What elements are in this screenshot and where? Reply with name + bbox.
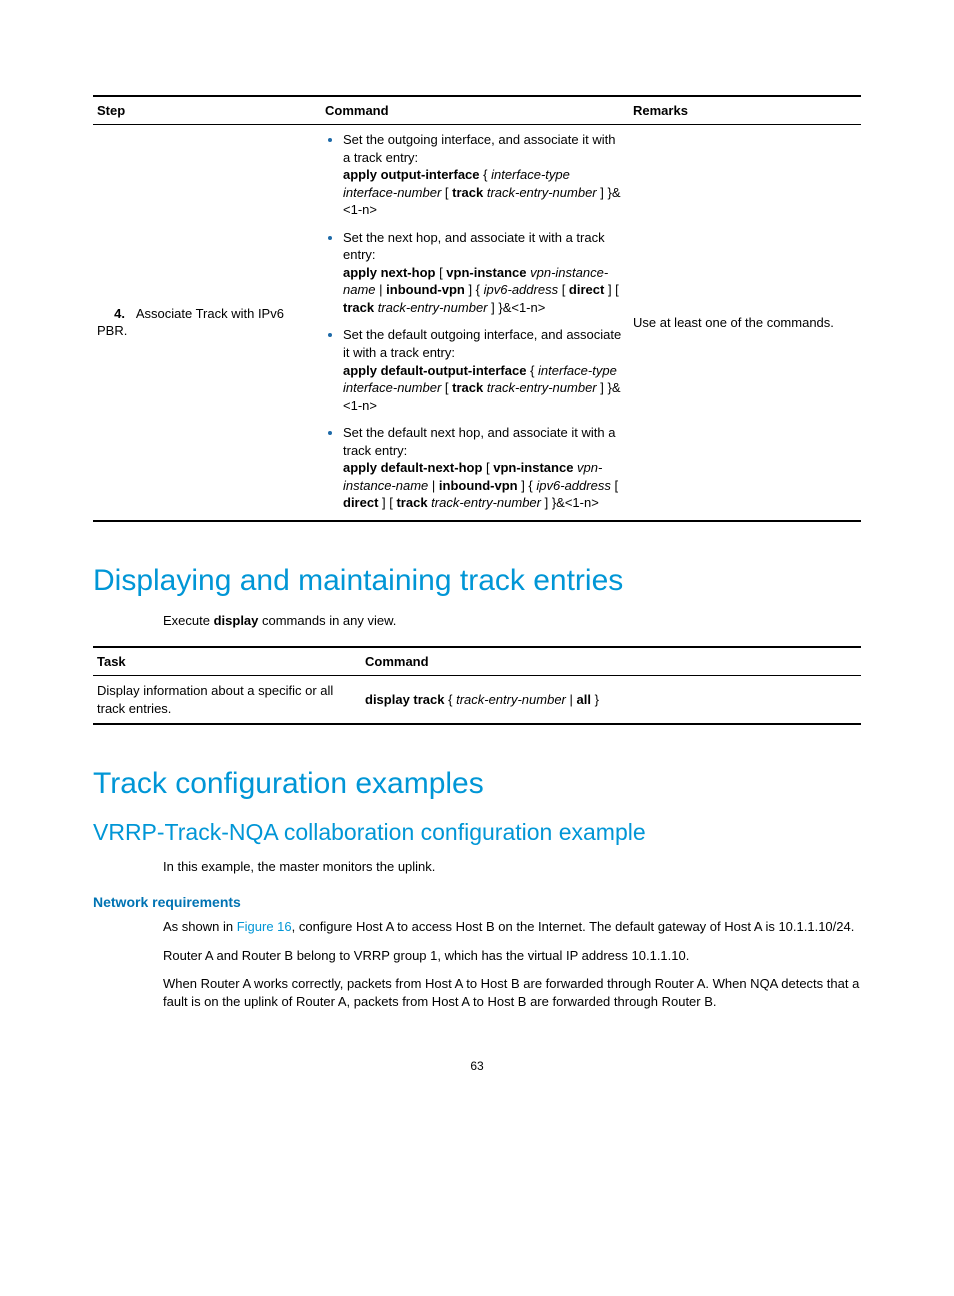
- kw: apply default-output-interface: [343, 363, 526, 378]
- kw: all: [577, 692, 591, 707]
- command-table-2: Task Command Display information about a…: [93, 646, 861, 725]
- heading-config-examples: Track configuration examples: [93, 767, 861, 801]
- cmd-desc: Set the default outgoing interface, and …: [343, 327, 621, 360]
- kw: inbound-vpn: [439, 478, 518, 493]
- cell-command: Set the outgoing interface, and associat…: [321, 125, 629, 521]
- punct: ] }&<1-n>: [541, 495, 599, 510]
- command-table-1: Step Command Remarks 4. Associate Track …: [93, 95, 861, 522]
- th-remarks: Remarks: [629, 96, 861, 125]
- punct: |: [376, 282, 387, 297]
- heading-vrrp-example: VRRP-Track-NQA collaboration configurati…: [93, 819, 861, 846]
- heading-display-maintain: Displaying and maintaining track entries: [93, 564, 861, 598]
- kw: track: [343, 300, 374, 315]
- arg: track-entry-number: [487, 380, 597, 395]
- kw: direct: [343, 495, 378, 510]
- punct: ] }&<1-n>: [488, 300, 546, 315]
- arg: ipv6-address: [536, 478, 610, 493]
- kw: apply next-hop: [343, 265, 435, 280]
- punct: [: [482, 460, 493, 475]
- arg: track-entry-number: [431, 495, 541, 510]
- kw: track: [396, 495, 427, 510]
- kw: inbound-vpn: [386, 282, 465, 297]
- punct: {: [480, 167, 492, 182]
- punct: {: [445, 692, 457, 707]
- punct: [: [441, 380, 452, 395]
- table-row: 4. Associate Track with IPv6 PBR. Set th…: [93, 125, 861, 521]
- punct: [: [558, 282, 569, 297]
- punct: }: [591, 692, 599, 707]
- arg: ipv6-address: [484, 282, 558, 297]
- figure-link[interactable]: Figure 16: [237, 919, 292, 934]
- th-command: Command: [361, 647, 861, 676]
- kw: display: [214, 613, 259, 628]
- step-number: 4.: [97, 305, 125, 323]
- exec-line: Execute display commands in any view.: [163, 612, 861, 630]
- punct: {: [526, 363, 538, 378]
- th-task: Task: [93, 647, 361, 676]
- text: commands in any view.: [258, 613, 396, 628]
- paragraph: When Router A works correctly, packets f…: [163, 975, 861, 1011]
- step-text: Associate Track with IPv6 PBR.: [97, 306, 284, 339]
- list-item: Set the default outgoing interface, and …: [343, 326, 625, 414]
- punct: ] {: [465, 282, 484, 297]
- text: Execute: [163, 613, 214, 628]
- punct: [: [435, 265, 446, 280]
- punct: ] [: [378, 495, 396, 510]
- th-step: Step: [93, 96, 321, 125]
- page-content: Step Command Remarks 4. Associate Track …: [0, 0, 954, 1133]
- arg: track-entry-number: [456, 692, 566, 707]
- kw: direct: [569, 282, 604, 297]
- arg: track-entry-number: [378, 300, 488, 315]
- cmd-desc: Set the next hop, and associate it with …: [343, 230, 605, 263]
- punct: [: [441, 185, 452, 200]
- arg: track-entry-number: [487, 185, 597, 200]
- list-item: Set the default next hop, and associate …: [343, 424, 625, 512]
- paragraph: Router A and Router B belong to VRRP gro…: [163, 947, 861, 965]
- punct: ] [: [604, 282, 618, 297]
- kw: display track: [365, 692, 445, 707]
- kw: track: [452, 380, 483, 395]
- kw: track: [452, 185, 483, 200]
- th-command: Command: [321, 96, 629, 125]
- punct: |: [428, 478, 439, 493]
- table-row: Display information about a specific or …: [93, 676, 861, 725]
- text: As shown in: [163, 919, 237, 934]
- text: , configure Host A to access Host B on t…: [292, 919, 855, 934]
- cell-step: 4. Associate Track with IPv6 PBR.: [93, 125, 321, 521]
- heading-network-requirements: Network requirements: [93, 894, 861, 910]
- list-item: Set the outgoing interface, and associat…: [343, 131, 625, 219]
- cell-remarks: Use at least one of the commands.: [629, 125, 861, 521]
- cmd-desc: Set the outgoing interface, and associat…: [343, 132, 615, 165]
- punct: [: [611, 478, 618, 493]
- intro-paragraph: In this example, the master monitors the…: [163, 858, 861, 876]
- cmd-desc: Set the default next hop, and associate …: [343, 425, 615, 458]
- kw: apply default-next-hop: [343, 460, 482, 475]
- page-number: 63: [93, 1059, 861, 1073]
- paragraph: As shown in Figure 16, configure Host A …: [163, 918, 861, 936]
- kw: vpn-instance: [446, 265, 526, 280]
- cell-command: display track { track-entry-number | all…: [361, 676, 861, 725]
- punct: ] {: [518, 478, 537, 493]
- kw: apply output-interface: [343, 167, 480, 182]
- cell-task: Display information about a specific or …: [93, 676, 361, 725]
- list-item: Set the next hop, and associate it with …: [343, 229, 625, 317]
- kw: vpn-instance: [493, 460, 573, 475]
- punct: |: [566, 692, 577, 707]
